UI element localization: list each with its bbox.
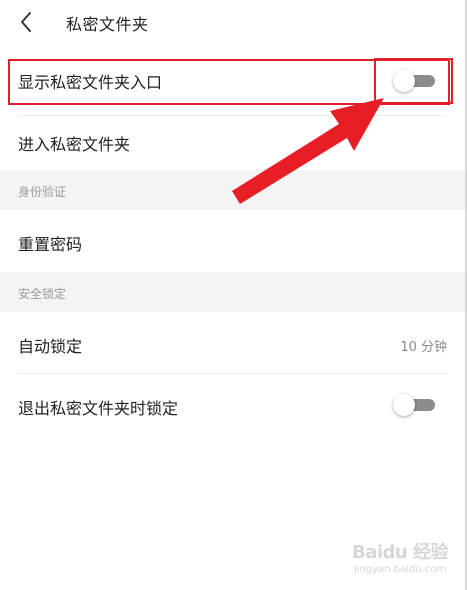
auto-lock-row[interactable]: 自动锁定 10 分钟 bbox=[0, 312, 465, 374]
baidu-jingyan-watermark: Baidu 经验 jingyan.baidu.com bbox=[352, 538, 452, 580]
enter-folder-row[interactable]: 进入私密文件夹 bbox=[0, 116, 465, 170]
reset-password-row[interactable]: 重置密码 bbox=[0, 210, 465, 272]
chevron-left-icon bbox=[21, 12, 31, 32]
watermark-url: jingyan.baidu.com bbox=[354, 564, 447, 575]
section-label-identity: 身份验证 bbox=[18, 185, 67, 199]
header-bar: 私密文件夹 bbox=[0, 0, 465, 47]
toggle-knob bbox=[393, 394, 415, 416]
page-title: 私密文件夹 bbox=[66, 15, 149, 34]
watermark-logo: Baidu 经验 bbox=[352, 542, 449, 563]
section-label-security-lock: 安全锁定 bbox=[18, 287, 67, 301]
enter-folder-label: 进入私密文件夹 bbox=[18, 135, 131, 154]
section-header-security-lock: 安全锁定 bbox=[0, 272, 465, 312]
lock-on-exit-label: 退出私密文件夹时锁定 bbox=[18, 399, 179, 418]
reset-password-label: 重置密码 bbox=[18, 235, 83, 254]
lock-on-exit-row[interactable]: 退出私密文件夹时锁定 bbox=[0, 374, 465, 436]
lock-on-exit-toggle[interactable] bbox=[393, 394, 437, 416]
auto-lock-label: 自动锁定 bbox=[18, 337, 83, 356]
auto-lock-value: 10 分钟 bbox=[400, 340, 447, 355]
back-button[interactable] bbox=[12, 6, 42, 36]
section-header-identity: 身份验证 bbox=[0, 170, 465, 210]
annotation-highlight-toggle bbox=[374, 58, 453, 104]
